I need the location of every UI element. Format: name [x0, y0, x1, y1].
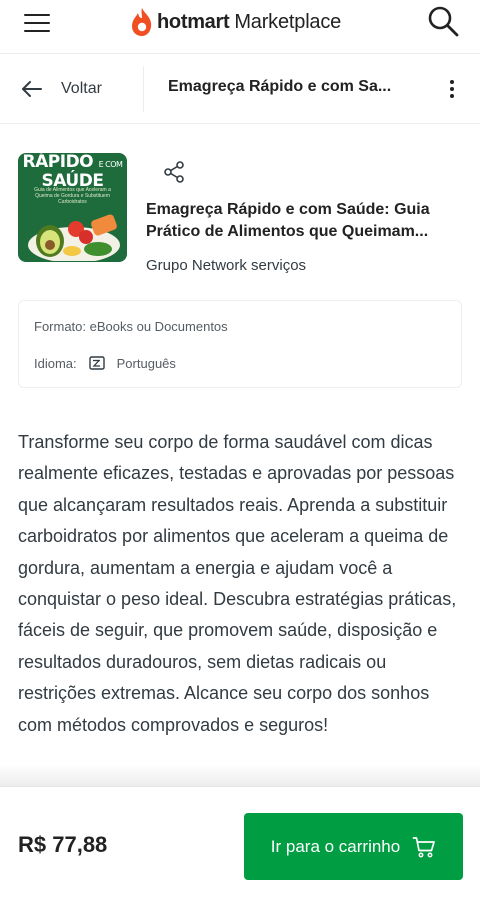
- back-label: Voltar: [61, 80, 102, 97]
- translate-icon: [88, 356, 105, 370]
- logo-brand-text: hotmart: [157, 10, 230, 33]
- arrow-left-icon: [22, 81, 42, 97]
- go-to-cart-button[interactable]: Ir para o carrinho: [244, 813, 463, 880]
- language-value: Português: [116, 355, 176, 371]
- product-price: R$ 77,88: [18, 832, 108, 857]
- menu-icon[interactable]: [24, 11, 50, 35]
- search-icon[interactable]: [426, 4, 460, 38]
- hotmart-flame-icon: [132, 8, 152, 36]
- purchase-footer: R$ 77,88 Ir para o carrinho: [0, 786, 480, 900]
- product-title: Emagreça Rápido e com Saúde: Guia Prátic…: [146, 201, 430, 240]
- share-icon[interactable]: [162, 160, 186, 184]
- product-cover-image: RÁPIDO E COM SAÚDE Guia de Alimentos que…: [18, 153, 127, 262]
- cover-title: RÁPIDO E COM SAÚDE: [22, 153, 123, 191]
- cart-button-label: Ir para o carrinho: [270, 836, 401, 856]
- product-author-link[interactable]: Grupo Network serviços: [146, 257, 306, 274]
- format-row: Formato: eBooks ou Documentos: [34, 319, 228, 334]
- top-header: hotmart Marketplace: [0, 0, 480, 54]
- nav-divider: [143, 66, 144, 112]
- logo-marketplace-text: Marketplace: [234, 10, 342, 33]
- hotmart-logo[interactable]: hotmart Marketplace: [130, 5, 341, 39]
- language-row: Idioma: Português: [34, 355, 176, 371]
- product-description: Transforme seu corpo de forma saudável c…: [18, 432, 457, 735]
- format-label: Formato:: [34, 319, 87, 334]
- description-fade: [0, 764, 480, 786]
- back-button[interactable]: Voltar: [20, 72, 102, 106]
- product-info-card: Formato: eBooks ou Documentos Idioma: Po…: [18, 300, 462, 388]
- more-options-icon[interactable]: [440, 76, 464, 102]
- nav-title: Emagreça Rápido e com Sa...: [168, 78, 392, 95]
- cover-subtitle: Guia de Alimentos que Aceleram a Queima …: [34, 187, 111, 205]
- format-value: eBooks ou Documentos: [89, 319, 228, 334]
- language-label: Idioma:: [34, 355, 77, 371]
- cover-food-illustration: [28, 214, 120, 261]
- product-nav-bar: Voltar Emagreça Rápido e com Sa...: [0, 54, 480, 124]
- shopping-cart-icon: [412, 836, 436, 857]
